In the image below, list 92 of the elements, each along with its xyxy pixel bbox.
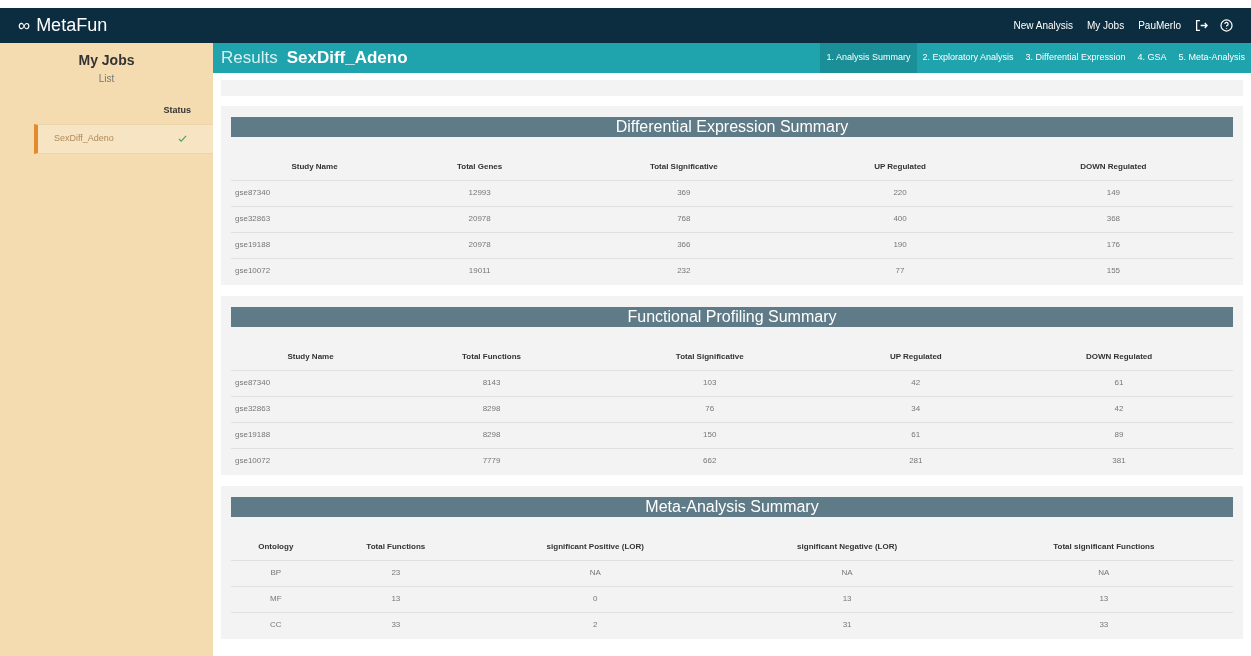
- table-cell: 20978: [398, 232, 562, 258]
- table-cell: 61: [826, 422, 1006, 448]
- column-header: Total Functions: [390, 344, 593, 370]
- job-list-item[interactable]: SexDiff_Adeno: [34, 123, 213, 154]
- column-header: Study Name: [231, 344, 391, 370]
- table-cell: 232: [561, 258, 807, 284]
- table-title: Meta-Analysis Summary: [231, 497, 1233, 517]
- table-cell: 366: [561, 232, 807, 258]
- table-cell: 77: [806, 258, 994, 284]
- column-header: Status: [163, 104, 191, 117]
- column-header: Total significant Functions: [974, 534, 1233, 560]
- table-cell: 368: [993, 206, 1233, 232]
- table-cell: CC: [231, 612, 321, 638]
- table-cell: 20978: [398, 206, 562, 232]
- table-cell: 220: [806, 180, 994, 206]
- table-cell: BP: [231, 560, 321, 586]
- table-cell: 12993: [398, 180, 562, 206]
- nav-link[interactable]: New Analysis: [1013, 18, 1073, 33]
- column-header: significant Negative (LOR): [719, 534, 975, 560]
- table-cell: gse10072: [231, 448, 391, 474]
- table-title: Functional Profiling Summary: [231, 307, 1233, 327]
- results-label: Results: [221, 47, 278, 70]
- table-title: Differential Expression Summary: [231, 117, 1233, 137]
- table-cell: 33: [320, 612, 472, 638]
- column-header: UP Regulated: [806, 154, 994, 180]
- table-cell: 8298: [390, 422, 593, 448]
- table-cell: 8143: [390, 370, 593, 396]
- logout-icon[interactable]: [1195, 19, 1208, 32]
- table-cell: gse19188: [231, 422, 391, 448]
- app-title: MetaFun: [36, 14, 108, 37]
- table-cell: 13: [974, 586, 1233, 612]
- tab[interactable]: 2. Exploratory Analysis: [916, 43, 1020, 73]
- column-header: Ontology: [231, 534, 321, 560]
- table-cell: 103: [593, 370, 827, 396]
- job-name: SexDiff_Adeno: [54, 131, 115, 145]
- table-cell: NA: [471, 560, 720, 586]
- column-header: DOWN Regulated: [1005, 344, 1233, 370]
- table-cell: 76: [593, 396, 827, 422]
- table-cell: 42: [1005, 396, 1233, 422]
- table-cell: 33: [974, 612, 1233, 638]
- table-cell: 13: [320, 586, 472, 612]
- table-cell: 369: [561, 180, 807, 206]
- logo-icon: ∞: [18, 12, 31, 39]
- nav-link[interactable]: PauMerlo: [1138, 18, 1181, 33]
- tab[interactable]: 5. Meta-Analysis: [1172, 43, 1251, 73]
- help-icon[interactable]: [1220, 19, 1233, 32]
- table-cell: 0: [471, 586, 720, 612]
- table-cell: 23: [320, 560, 472, 586]
- table-cell: 7779: [390, 448, 593, 474]
- table-cell: NA: [719, 560, 975, 586]
- sidebar-title: My Jobs: [77, 51, 136, 70]
- table-cell: 42: [826, 370, 1006, 396]
- column-header: Total Functions: [320, 534, 472, 560]
- table-cell: 281: [826, 448, 1006, 474]
- table-cell: 31: [719, 612, 975, 638]
- tab[interactable]: 1. Analysis Summary: [820, 43, 917, 73]
- table-cell: gse32863: [231, 396, 391, 422]
- table-cell: 150: [593, 422, 827, 448]
- table-cell: gse32863: [231, 206, 398, 232]
- column-header: UP Regulated: [826, 344, 1006, 370]
- column-header: significant Positive (LOR): [471, 534, 720, 560]
- table-cell: MF: [231, 586, 321, 612]
- column-header: Total Significative: [593, 344, 827, 370]
- nav-link[interactable]: My Jobs: [1086, 18, 1125, 33]
- tab[interactable]: 3. Differential Expression: [1019, 43, 1132, 73]
- column-header: DOWN Regulated: [993, 154, 1233, 180]
- table-cell: 768: [561, 206, 807, 232]
- table-cell: 400: [806, 206, 994, 232]
- table-cell: 155: [993, 258, 1233, 284]
- table-cell: gse10072: [231, 258, 398, 284]
- tab[interactable]: 4. GSA: [1131, 43, 1173, 73]
- table-cell: 176: [993, 232, 1233, 258]
- table-cell: gse87340: [231, 370, 391, 396]
- column-header: Total Genes: [398, 154, 562, 180]
- table-cell: 61: [1005, 370, 1233, 396]
- table-cell: NA: [974, 560, 1233, 586]
- table-cell: 662: [593, 448, 827, 474]
- table-cell: 89: [1005, 422, 1233, 448]
- table-cell: 2: [471, 612, 720, 638]
- column-header: Total Significative: [561, 154, 807, 180]
- table-cell: 34: [826, 396, 1006, 422]
- table-cell: 190: [806, 232, 994, 258]
- job-name: SexDiff_Adeno: [286, 47, 408, 70]
- table-cell: 381: [1005, 448, 1233, 474]
- table-cell: 8298: [390, 396, 593, 422]
- column-header: Study Name: [231, 154, 398, 180]
- sidebar-subtitle: List: [97, 72, 116, 86]
- table-cell: 19011: [398, 258, 562, 284]
- table-cell: gse19188: [231, 232, 398, 258]
- table-cell: 149: [993, 180, 1233, 206]
- table-cell: 13: [719, 586, 975, 612]
- table-cell: gse87340: [231, 180, 398, 206]
